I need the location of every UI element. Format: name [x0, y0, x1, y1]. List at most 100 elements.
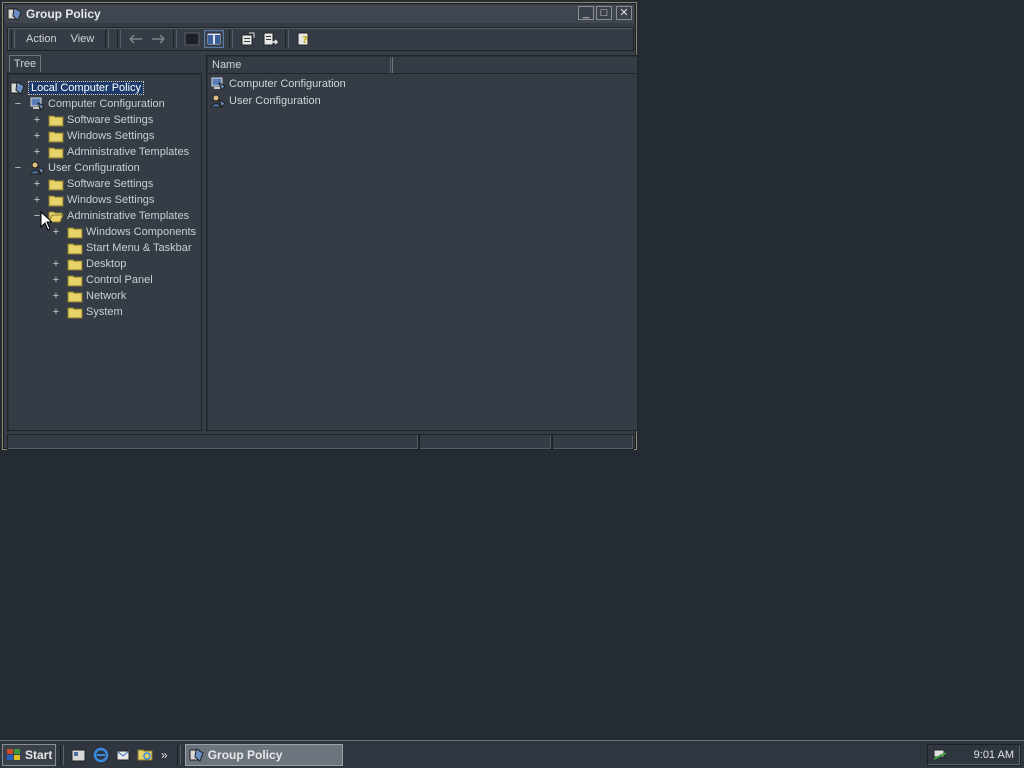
- folder-icon: [48, 177, 64, 191]
- toolbar-separator: [117, 30, 122, 48]
- expand-toggle[interactable]: +: [51, 272, 61, 288]
- taskbar: Start » Group Policy 9:01 AM: [0, 740, 1024, 768]
- outlook-express-icon[interactable]: [113, 745, 133, 765]
- expand-toggle[interactable]: +: [51, 304, 61, 320]
- toolbar-separator: [229, 30, 234, 48]
- toolbar-separator: [285, 30, 290, 48]
- tree-node-computer-configuration[interactable]: Computer Configuration: [29, 96, 165, 112]
- computer-icon: [29, 97, 45, 111]
- windows-logo-icon: [6, 748, 22, 762]
- internet-explorer-icon[interactable]: [91, 745, 111, 765]
- expand-toggle[interactable]: +: [32, 192, 42, 208]
- expand-toggle[interactable]: +: [32, 128, 42, 144]
- start-button[interactable]: Start: [2, 743, 56, 766]
- explorer-icon[interactable]: [135, 745, 155, 765]
- tree-node-desktop[interactable]: Desktop: [67, 256, 126, 272]
- show-desktop-icon[interactable]: [69, 745, 89, 765]
- tree-node-label: Windows Settings: [67, 130, 155, 142]
- collapse-toggle[interactable]: −: [13, 96, 23, 112]
- close-icon: ✕: [619, 6, 629, 19]
- tree-node-label: Administrative Templates: [67, 210, 190, 222]
- quick-launch-chevron[interactable]: »: [161, 748, 168, 762]
- folder-icon: [67, 241, 83, 255]
- collapse-toggle[interactable]: −: [13, 160, 23, 176]
- svg-text:?: ?: [302, 35, 308, 46]
- expand-toggle[interactable]: +: [51, 224, 61, 240]
- folder-icon: [67, 225, 83, 239]
- tree-node-label: Windows Components: [86, 226, 197, 238]
- status-cell: [419, 434, 552, 450]
- clock[interactable]: 9:01 AM: [974, 749, 1014, 761]
- tree-node-start-menu-taskbar[interactable]: Start Menu & Taskbar: [67, 240, 192, 256]
- expand-toggle[interactable]: +: [51, 288, 61, 304]
- tree-node-label: Computer Configuration: [48, 98, 165, 110]
- tree-pane[interactable]: Local Computer Policy − Computer Configu…: [7, 73, 202, 431]
- tree-node-label: User Configuration: [48, 162, 140, 174]
- folder-icon: [48, 145, 64, 159]
- tree-node-system[interactable]: System: [67, 304, 123, 320]
- title-bar[interactable]: Group Policy _ □ ✕: [5, 5, 634, 23]
- help-icon[interactable]: ?: [294, 30, 314, 48]
- taskbar-button-group-policy[interactable]: Group Policy: [184, 743, 343, 766]
- forward-arrow-icon[interactable]: [148, 30, 168, 48]
- start-label: Start: [25, 747, 53, 762]
- tree-node-label: Software Settings: [67, 178, 154, 190]
- expand-toggle[interactable]: +: [32, 112, 42, 128]
- menu-toolbar: Action View ?: [7, 27, 634, 51]
- expand-toggle[interactable]: +: [51, 256, 61, 272]
- tree-node-root[interactable]: Local Computer Policy: [10, 80, 145, 96]
- tree-node-label: Desktop: [86, 258, 127, 270]
- policy-root-icon: [10, 81, 26, 95]
- tree-node-uc-administrative-templates[interactable]: Administrative Templates: [48, 208, 189, 224]
- menu-view[interactable]: View: [64, 33, 102, 45]
- network-tray-icon[interactable]: [932, 747, 948, 763]
- toolbar-grip: [11, 30, 15, 48]
- tree-node-uc-software-settings[interactable]: Software Settings: [48, 176, 153, 192]
- computer-icon: [210, 77, 226, 91]
- column-header-name[interactable]: Name: [208, 57, 393, 74]
- status-bar: [7, 434, 634, 450]
- quick-launch-separator: [60, 744, 64, 765]
- expand-toggle[interactable]: +: [32, 144, 42, 160]
- mouse-pointer-icon: [40, 210, 54, 234]
- folder-icon: [67, 257, 83, 271]
- maximize-icon: □: [600, 6, 608, 19]
- status-cell-main: [7, 434, 419, 450]
- tree-node-user-configuration[interactable]: User Configuration: [29, 160, 140, 176]
- tree-node-label: Software Settings: [67, 114, 154, 126]
- tree-node-cc-administrative-templates[interactable]: Administrative Templates: [48, 144, 189, 160]
- tab-tree[interactable]: Tree: [9, 55, 41, 72]
- expand-toggle[interactable]: +: [32, 176, 42, 192]
- toolbar-separator: [105, 30, 110, 48]
- minimize-button[interactable]: _: [578, 6, 594, 20]
- status-cell: [552, 434, 634, 450]
- show-hide-tree-icon[interactable]: [204, 30, 225, 48]
- list-item-computer-configuration[interactable]: Computer Configuration: [210, 76, 346, 92]
- close-button[interactable]: ✕: [616, 6, 632, 20]
- list-item-label: User Configuration: [229, 95, 321, 107]
- back-arrow-icon[interactable]: [126, 30, 146, 48]
- folder-icon: [67, 273, 83, 287]
- tree-node-windows-components[interactable]: Windows Components: [67, 224, 196, 240]
- tree-node-uc-windows-settings[interactable]: Windows Settings: [48, 192, 154, 208]
- details-pane[interactable]: Name Computer Configuration User Configu…: [206, 55, 638, 431]
- tree-node-control-panel[interactable]: Control Panel: [67, 272, 153, 288]
- tree-node-label: Local Computer Policy: [27, 81, 145, 95]
- list-item-user-configuration[interactable]: User Configuration: [210, 93, 321, 109]
- tree-node-cc-windows-settings[interactable]: Windows Settings: [48, 128, 154, 144]
- user-icon: [29, 161, 45, 175]
- menu-action[interactable]: Action: [19, 33, 64, 45]
- list-item-label: Computer Configuration: [229, 78, 346, 90]
- toolbar-separator: [173, 30, 178, 48]
- properties-icon[interactable]: [238, 30, 258, 48]
- tree-node-network[interactable]: Network: [67, 288, 126, 304]
- tree-node-cc-software-settings[interactable]: Software Settings: [48, 112, 153, 128]
- user-icon: [210, 94, 226, 108]
- group-policy-window: Group Policy _ □ ✕ Action View ? Tree Lo…: [2, 2, 638, 450]
- export-list-icon[interactable]: [260, 30, 280, 48]
- console-tree-icon[interactable]: [182, 30, 202, 48]
- folder-icon: [48, 193, 64, 207]
- maximize-button[interactable]: □: [596, 6, 612, 20]
- system-tray: 9:01 AM: [927, 744, 1021, 766]
- window-title: Group Policy: [26, 7, 101, 21]
